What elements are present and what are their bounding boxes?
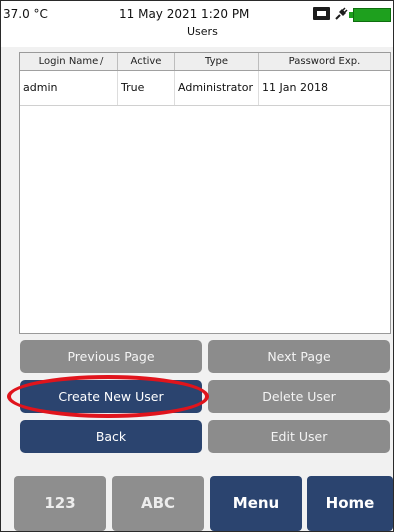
- battery-icon: [349, 8, 391, 22]
- create-new-user-button[interactable]: Create New User: [20, 380, 202, 413]
- plug-icon: [335, 7, 348, 20]
- column-header-active[interactable]: Active: [118, 53, 175, 70]
- cell-active: True: [118, 71, 175, 105]
- cell-type: Administrator: [175, 71, 259, 105]
- edit-user-button[interactable]: Edit User: [208, 420, 390, 453]
- numeric-keypad-key[interactable]: 123: [14, 476, 106, 531]
- device-screen: 37.0 °C 11 May 2021 1:20 PM Users Login …: [0, 0, 394, 532]
- next-page-button[interactable]: Next Page: [208, 340, 390, 373]
- table-row[interactable]: admin True Administrator 11 Jan 2018: [20, 71, 390, 106]
- cell-password-exp: 11 Jan 2018: [262, 81, 328, 94]
- column-header-type[interactable]: Type: [175, 53, 259, 70]
- sort-indicator: /: [100, 56, 104, 67]
- page-title: Users: [187, 25, 218, 38]
- alpha-keypad-key[interactable]: ABC: [112, 476, 204, 531]
- previous-page-button[interactable]: Previous Page: [20, 340, 202, 373]
- back-button[interactable]: Back: [20, 420, 202, 453]
- usb-drive-icon: [313, 7, 330, 20]
- users-table: Login Name / Active Type Password Exp. a…: [19, 52, 391, 334]
- home-key[interactable]: Home: [307, 476, 393, 531]
- cell-login-name: admin: [20, 71, 118, 105]
- delete-user-button[interactable]: Delete User: [208, 380, 390, 413]
- column-header-password-exp[interactable]: Password Exp.: [259, 53, 390, 70]
- menu-key[interactable]: Menu: [210, 476, 302, 531]
- status-bar: 37.0 °C 11 May 2021 1:20 PM Users: [1, 1, 393, 47]
- date-time: 11 May 2021 1:20 PM: [119, 7, 250, 21]
- table-header: Login Name / Active Type Password Exp.: [20, 53, 390, 71]
- temperature-readout: 37.0 °C: [3, 7, 48, 21]
